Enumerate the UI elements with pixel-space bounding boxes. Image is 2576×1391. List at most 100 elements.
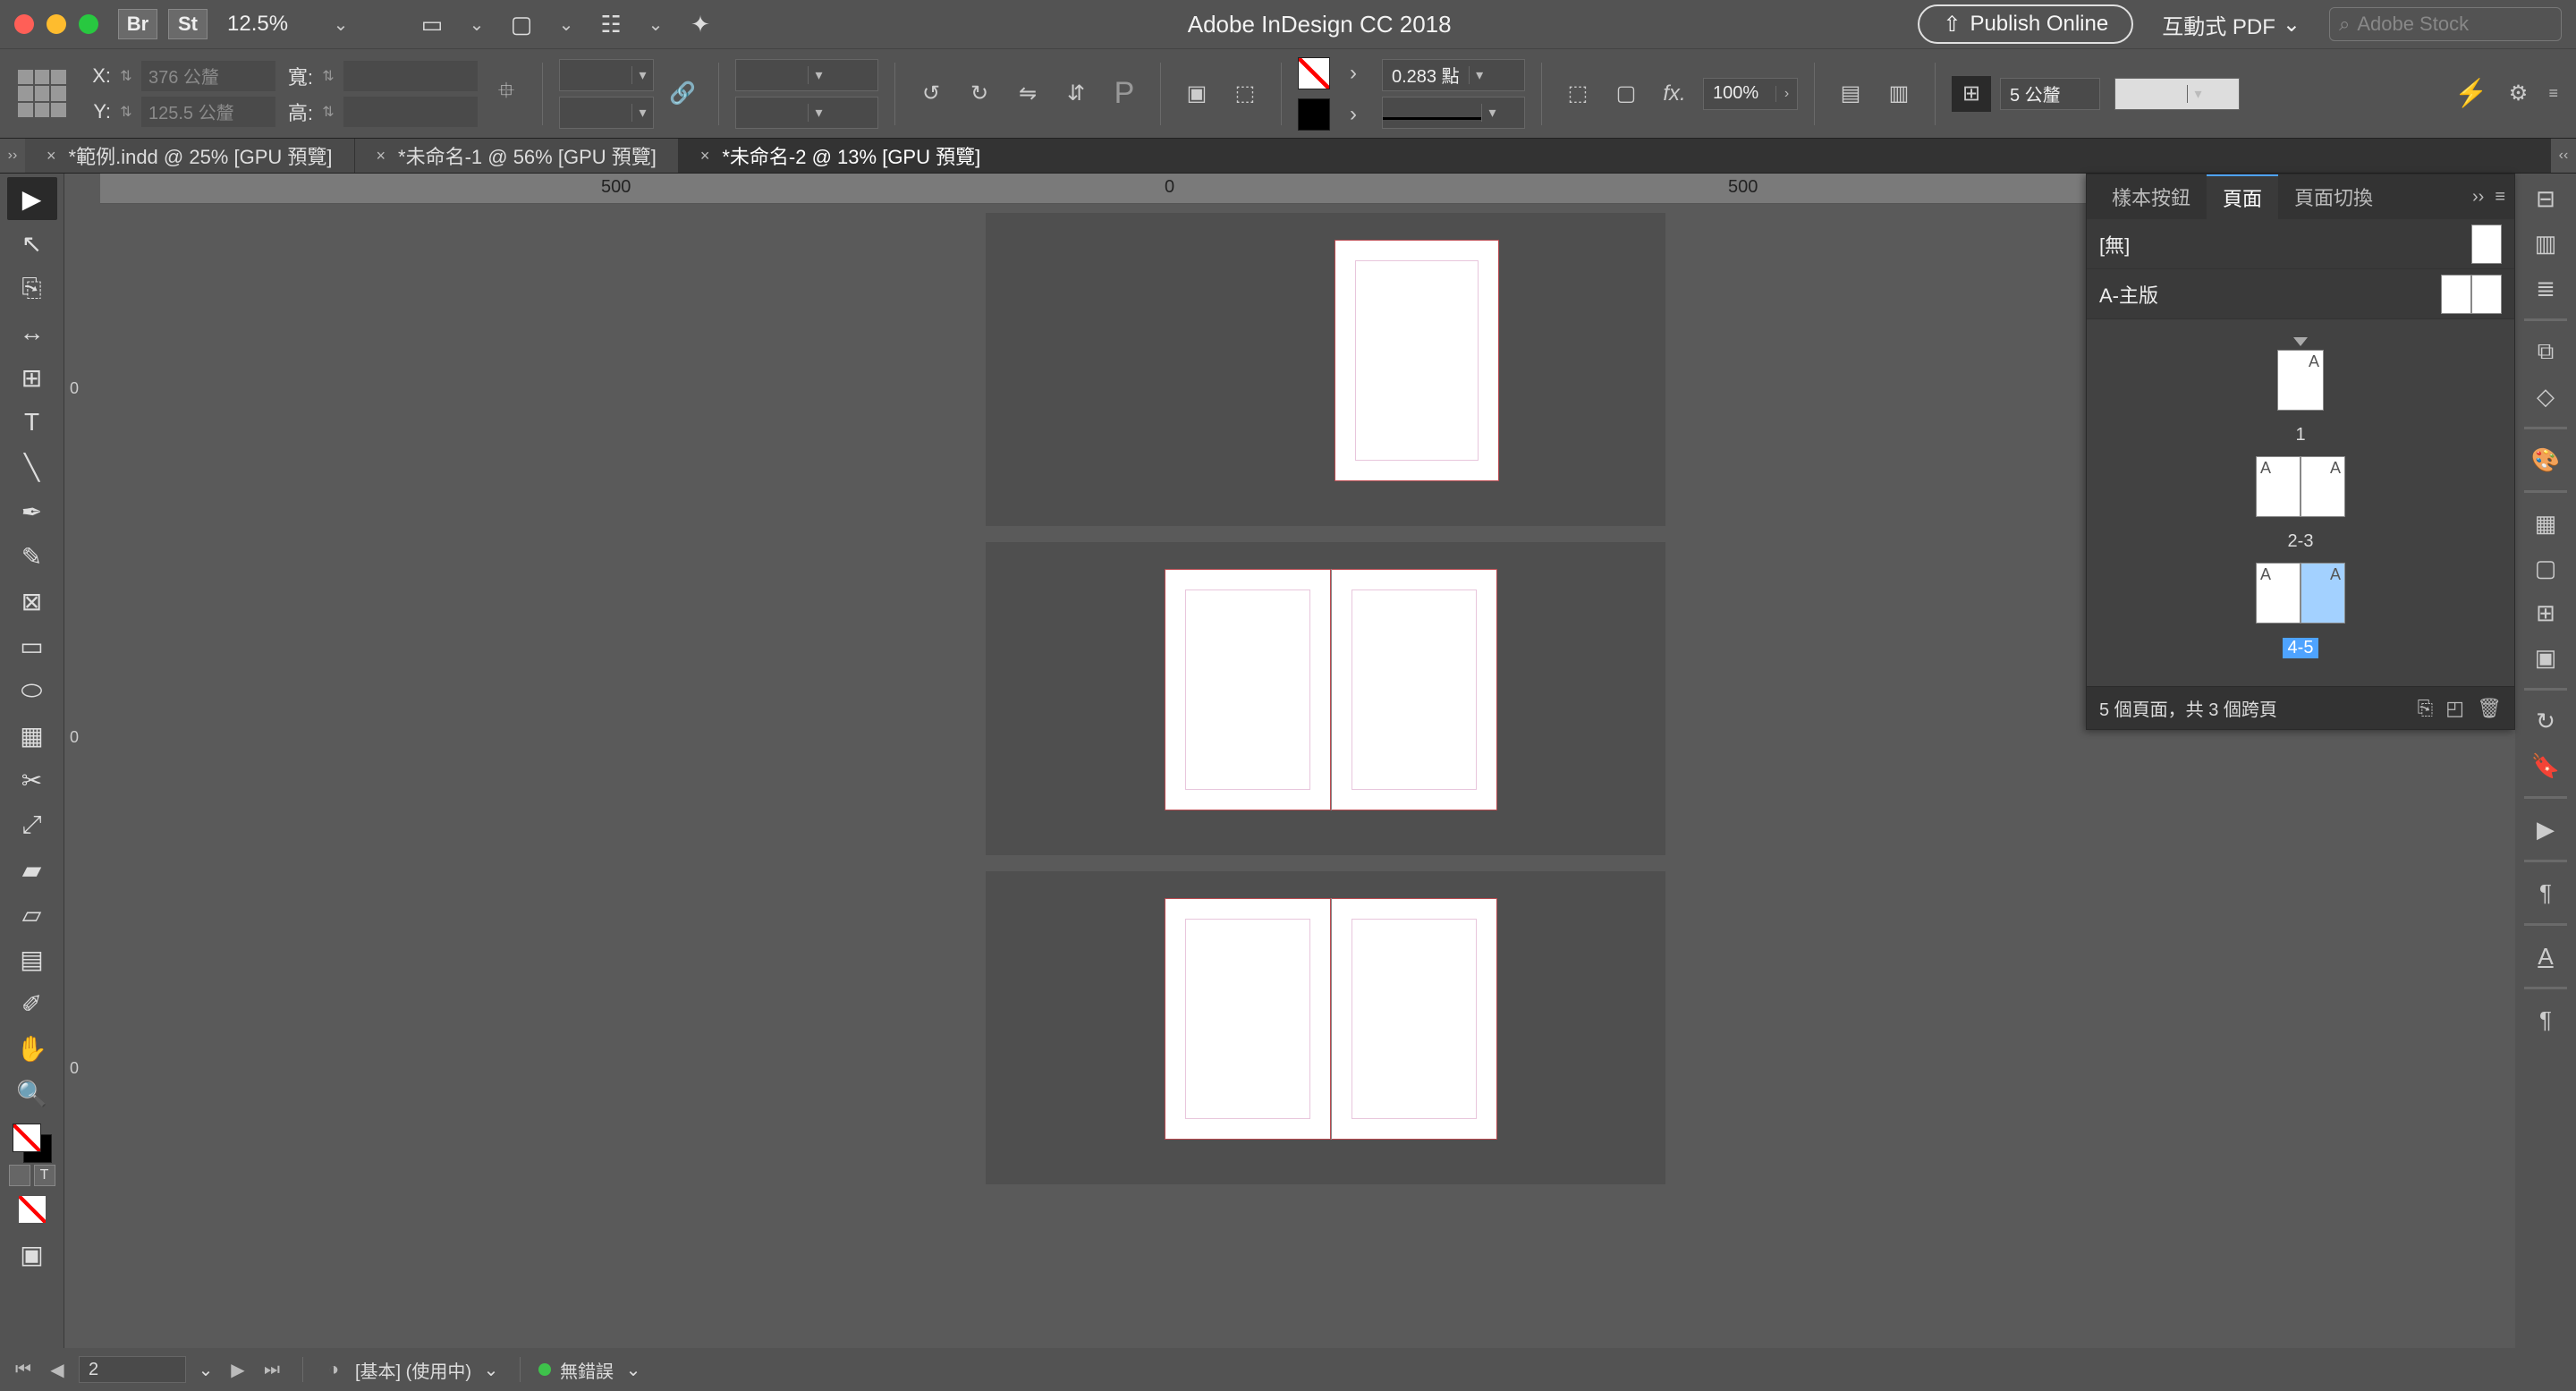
page-thumb[interactable] (1331, 569, 1497, 810)
zoom-dropdown[interactable]: ⌄ (327, 13, 354, 36)
page-thumb[interactable] (1335, 240, 1499, 481)
select-content-icon[interactable]: ⬚ (1225, 76, 1265, 112)
y-field[interactable]: 125.5 公釐 (141, 97, 275, 127)
hand-tool[interactable]: ✋ (7, 1027, 57, 1070)
panel-tab-page-transitions[interactable]: 頁面切換 (2278, 174, 2389, 219)
chevron-down-icon[interactable]: ⌄ (642, 13, 669, 36)
panel-menu-icon[interactable]: ≡ (2495, 187, 2505, 208)
workspace-switcher[interactable]: 互動式 PDF ⌄ (2162, 9, 2301, 40)
rectangle-frame-tool[interactable]: ⊠ (7, 580, 57, 623)
h-field[interactable] (343, 97, 478, 127)
open-icon[interactable]: ◑ (321, 1357, 346, 1382)
document-tab[interactable]: × *未命名-1 @ 56% [GPU 預覽] (355, 139, 679, 173)
para-styles-icon[interactable]: ¶ (2524, 1000, 2567, 1039)
next-page-icon[interactable]: ▶ (225, 1357, 250, 1382)
scale-y-combo[interactable]: ▾ (559, 97, 654, 129)
dropshadow-icon[interactable]: ▢ (1606, 76, 1646, 112)
delete-page-icon[interactable]: 🗑 (2477, 697, 2502, 720)
arrange-icon[interactable]: ▭ (411, 9, 453, 39)
text-wrap2-icon[interactable]: ▥ (1879, 76, 1919, 112)
stroke-dropdown[interactable]: › (1334, 97, 1373, 132)
note-tool[interactable]: ▤ (7, 937, 57, 980)
selection-tool[interactable]: ▶ (7, 177, 57, 220)
line-tool[interactable]: ╲ (7, 445, 57, 488)
pages-icon[interactable]: ▥ (2524, 224, 2567, 263)
rotate-combo[interactable]: ▾ (735, 59, 878, 91)
gradient-swatch-tool[interactable]: ▰ (7, 848, 57, 891)
page-dropdown[interactable]: ⌄ (195, 1359, 216, 1381)
spread-2-3[interactable]: A A (2256, 456, 2345, 517)
content-collector-tool[interactable]: ⊞ (7, 356, 57, 399)
rotate-cw-icon[interactable]: ↻ (960, 76, 999, 112)
panel-tab-pages[interactable]: 頁面 (2207, 174, 2278, 219)
errors-dropdown[interactable]: ⌄ (623, 1359, 644, 1381)
minimize-icon[interactable] (47, 14, 66, 34)
align-icon[interactable]: ⊞ (1952, 76, 1991, 112)
links-icon[interactable]: ⧉ (2524, 332, 2567, 371)
h-stepper[interactable]: ⇅ (318, 103, 338, 121)
panel-menu-icon[interactable]: ≡ (2548, 84, 2558, 103)
layers-icon[interactable]: ≣ (2524, 268, 2567, 308)
direct-selection-tool[interactable]: ↖ (7, 222, 57, 265)
buttons-icon[interactable]: ▶ (2524, 810, 2567, 849)
flip-v-icon[interactable]: ⇵ (1056, 76, 1096, 112)
screen-mode-tool[interactable]: ▣ (7, 1233, 57, 1276)
last-page-icon[interactable]: ⏭ (259, 1357, 284, 1382)
format-container-text[interactable]: T (9, 1165, 55, 1186)
cc-libraries-icon[interactable]: ⊟ (2524, 179, 2567, 218)
bridge-button[interactable]: Br (118, 9, 157, 39)
panel-tab-sample-buttons[interactable]: 樣本按鈕 (2096, 174, 2207, 219)
master-none[interactable]: [無] (2087, 219, 2514, 269)
select-container-icon[interactable]: ▣ (1177, 76, 1216, 112)
stroke-style-combo[interactable]: ▾ (1382, 97, 1525, 129)
bookmarks-icon[interactable]: 🔖 (2524, 746, 2567, 785)
w-stepper[interactable]: ⇅ (318, 67, 338, 85)
close-tab-icon[interactable]: × (700, 147, 710, 165)
constrain-icon[interactable]: ⯐ (487, 76, 526, 112)
free-transform-tool[interactable]: ⤢ (7, 803, 57, 846)
fill-swatch[interactable] (1298, 57, 1330, 89)
page-thumb[interactable] (1165, 569, 1331, 810)
rotate-ccw-icon[interactable]: ↺ (911, 76, 951, 112)
collapse-icon[interactable]: ›› (2472, 187, 2484, 208)
apply-color[interactable] (7, 1188, 57, 1231)
pencil-tool[interactable]: ✎ (7, 535, 57, 578)
object-style-combo[interactable]: ▾ (2114, 78, 2240, 110)
stroke-weight-combo[interactable]: 0.283 點▾ (1382, 59, 1525, 91)
flip-h-icon[interactable]: ⇋ (1008, 76, 1047, 112)
link-icon[interactable]: 🔗 (663, 76, 702, 112)
object-styles-icon[interactable]: ▢ (2524, 548, 2567, 588)
gap-tool[interactable]: ↔ (7, 311, 57, 354)
expand-handle[interactable]: ›› (0, 139, 25, 173)
eyedropper-tool[interactable]: ✐ (7, 982, 57, 1025)
zoom-tool[interactable]: 🔍 (7, 1072, 57, 1115)
new-page-icon[interactable]: ◰ (2445, 697, 2464, 720)
stock-search[interactable]: ⌕ Adobe Stock (2329, 7, 2562, 41)
char-styles-icon[interactable]: A (2524, 937, 2567, 976)
stock-button[interactable]: St (168, 9, 208, 39)
prev-page-icon[interactable]: ◀ (45, 1357, 70, 1382)
scale-x-combo[interactable]: ▾ (559, 59, 654, 91)
vertical-ruler[interactable]: 0 0 0 (64, 174, 100, 1348)
stroke-icon[interactable]: ◇ (2524, 377, 2567, 416)
page-tool[interactable]: ⎘ (7, 267, 57, 310)
fullscreen-icon[interactable] (79, 14, 98, 34)
chevron-down-icon[interactable]: ⌄ (463, 13, 490, 36)
document-tab[interactable]: × *範例.indd @ 25% [GPU 預覽] (25, 139, 355, 173)
media-icon[interactable]: ⊞ (2524, 593, 2567, 632)
x-stepper[interactable]: ⇅ (116, 67, 136, 85)
rectangle-tool[interactable]: ▭ (7, 624, 57, 667)
settings-icon[interactable]: ⚙ (2498, 76, 2538, 112)
preflight-profile[interactable]: [基本] (使用中) (355, 1357, 471, 1383)
fill-dropdown[interactable]: › (1334, 55, 1373, 91)
type-tool[interactable]: T (7, 401, 57, 444)
stroke-swatch[interactable] (1298, 98, 1330, 131)
pen-tool[interactable]: ✒ (7, 490, 57, 533)
scissors-tool[interactable]: ✂ (7, 759, 57, 802)
collapse-handle[interactable]: ‹‹ (2551, 139, 2576, 173)
preflight-dropdown[interactable]: ⌄ (480, 1359, 502, 1381)
view-icon[interactable]: ☷ (590, 9, 631, 39)
polygon-tool[interactable]: ▦ (7, 714, 57, 757)
hyperlinks-icon[interactable]: ¶ (2524, 873, 2567, 912)
swatches-icon[interactable]: ▦ (2524, 504, 2567, 543)
